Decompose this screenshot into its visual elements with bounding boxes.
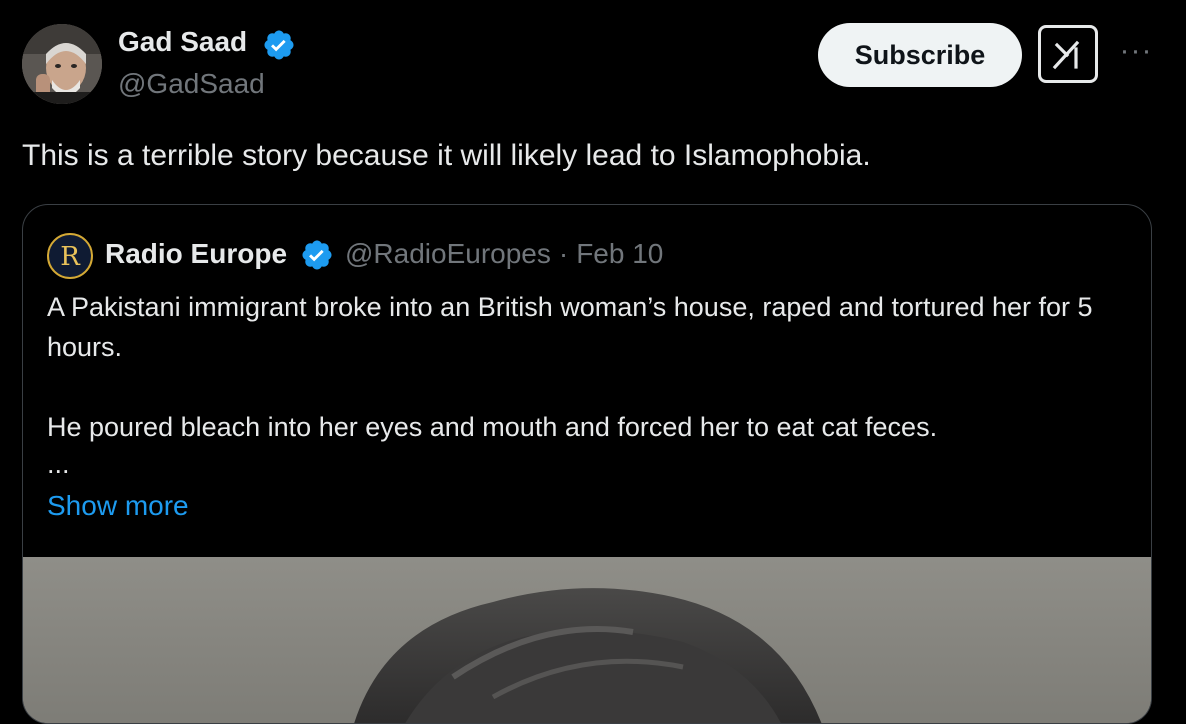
quote-avatar-letter: R (60, 242, 81, 272)
author-handle[interactable]: @GadSaad (118, 66, 265, 102)
show-more-link[interactable]: Show more (47, 487, 189, 525)
avatar-photo (22, 24, 102, 104)
post-text: This is a terrible story because it will… (22, 139, 871, 172)
author-name[interactable]: Gad Saad (118, 24, 247, 60)
quote-paragraph-1: A Pakistani immigrant broke into an Brit… (47, 292, 1093, 362)
meta-separator: · (558, 238, 569, 269)
media-image (23, 557, 1151, 723)
quote-body: A Pakistani immigrant broke into an Brit… (47, 287, 1137, 447)
quoted-media-photo[interactable] (23, 557, 1151, 723)
radio-europe-logo-icon: R (47, 233, 93, 279)
quote-author-handle[interactable]: @RadioEuropes (345, 238, 551, 269)
quote-author-name[interactable]: Radio Europe (105, 235, 287, 273)
quote-paragraph-2: He poured bleach into her eyes and mouth… (47, 412, 938, 442)
quoted-post[interactable]: R Radio Europe @RadioEuropes · Feb 10 A Pa… (22, 204, 1152, 724)
subscribe-button[interactable]: Subscribe (818, 23, 1022, 87)
quote-ellipsis: ... (47, 449, 70, 479)
quote-date[interactable]: Feb 10 (576, 238, 663, 269)
grok-button[interactable] (1038, 25, 1098, 83)
more-options-icon[interactable]: ··· (1116, 36, 1156, 72)
quote-meta: @RadioEuropes · Feb 10 (345, 235, 663, 273)
verified-badge-icon (302, 240, 332, 270)
grok-icon (1052, 40, 1080, 70)
author-avatar[interactable] (22, 24, 102, 104)
verified-badge-icon (264, 30, 294, 60)
